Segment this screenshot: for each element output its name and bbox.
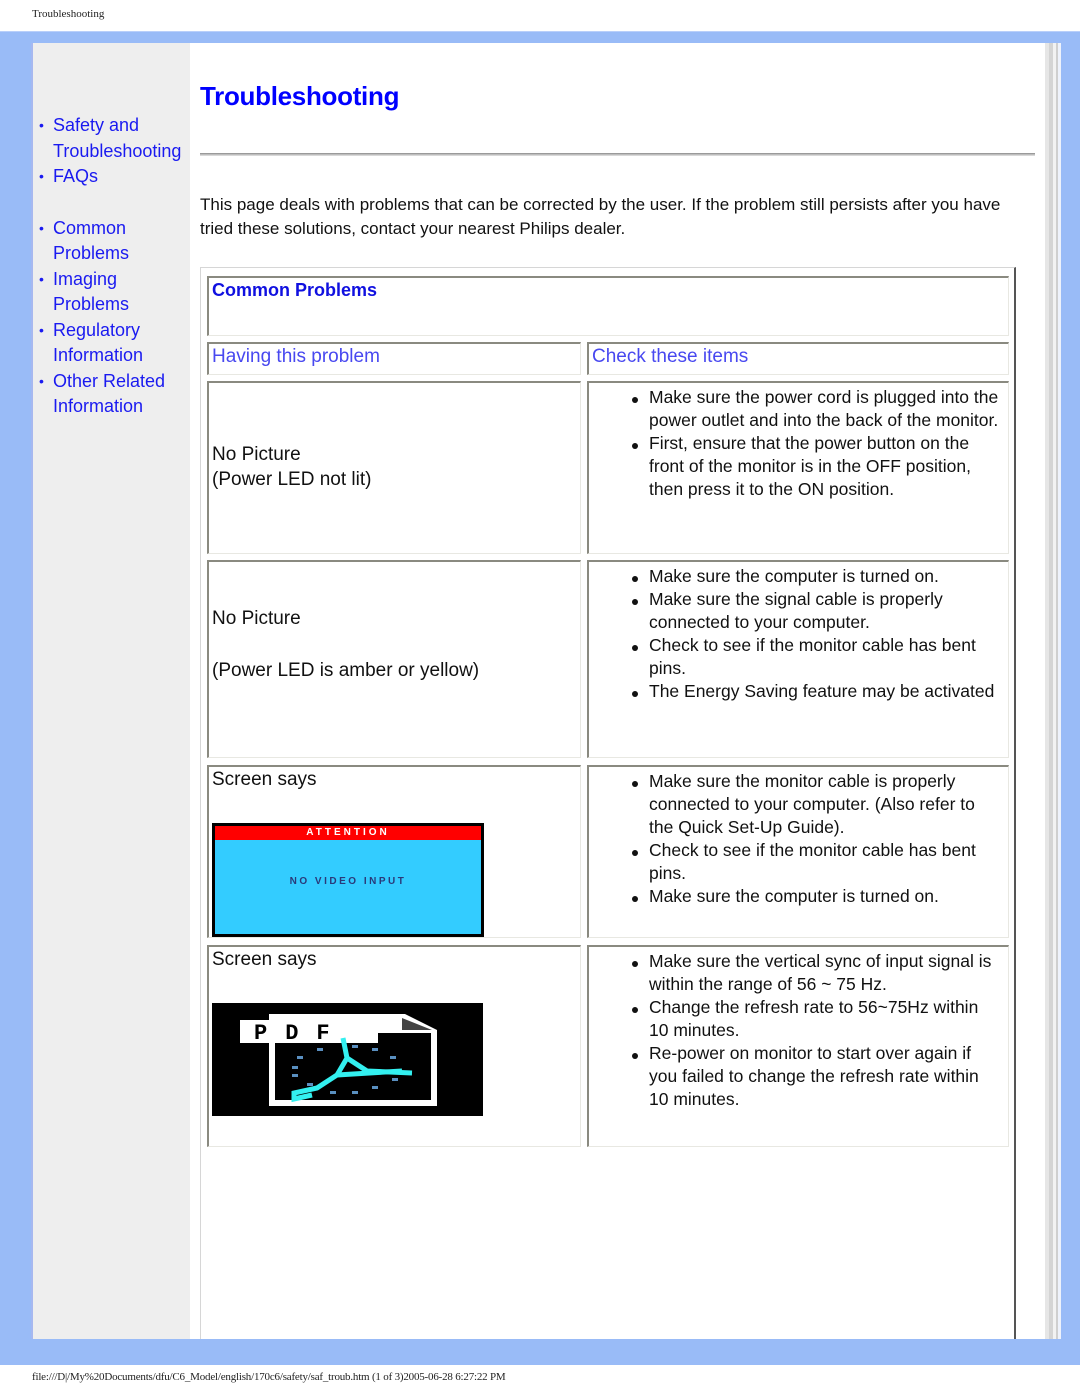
problem-detail: (Power LED not lit): [212, 469, 372, 490]
nav-group-top: • Safety and Troubleshooting • FAQs: [37, 113, 197, 190]
nav-item-regulatory-information[interactable]: • Regulatory Information: [37, 318, 197, 369]
problems-table: Common Problems Having this problem Chec…: [200, 267, 1016, 1339]
sidebar: • Safety and Troubleshooting • FAQs • Co…: [31, 43, 190, 1339]
attention-header: ATTENTION: [215, 826, 481, 840]
bullet-icon: •: [39, 219, 44, 236]
bullet-icon: •: [39, 372, 44, 389]
problem-title: No Picture: [212, 444, 301, 465]
nav-item-safety-troubleshooting[interactable]: • Safety and Troubleshooting: [37, 113, 197, 164]
column-header-label: Having this problem: [212, 346, 380, 367]
bullet-icon: •: [39, 117, 44, 133]
check-item: Check to see if the monitor cable has be…: [632, 634, 1000, 680]
intro-paragraph: This page deals with problems that can b…: [200, 195, 1001, 238]
check-item: First, ensure that the power button on t…: [632, 432, 1000, 501]
nav-item-common-problems[interactable]: • Common Problems: [37, 216, 197, 267]
nav-link[interactable]: Regulatory Information: [53, 320, 143, 366]
problem-cell: Screen says ATTENTION NO VIDEO INPUT: [207, 765, 581, 938]
check-list: Make sure the vertical sync of input sig…: [589, 950, 1008, 1111]
check-list: Make sure the computer is turned on. Mak…: [589, 565, 1008, 703]
problem-title: Screen says: [212, 949, 317, 970]
main-content: Troubleshooting This page deals with pro…: [190, 43, 1045, 1339]
check-item: Make sure the power cord is plugged into…: [632, 387, 999, 430]
check-item: Make sure the signal cable is properly c…: [632, 588, 1000, 634]
bullet-icon: •: [39, 270, 44, 287]
check-item: Check to see if the monitor cable has be…: [632, 839, 1000, 885]
nav-item-faqs[interactable]: • FAQs: [37, 164, 197, 190]
section-title-cell: Common Problems: [207, 276, 1009, 336]
column-header-label: Check these items: [592, 346, 749, 367]
nav-group-sections: • Common Problems • Imaging Problems • R…: [37, 216, 197, 420]
page-footer-url: file:///D|/My%20Documents/dfu/C6_Model/e…: [32, 1371, 506, 1383]
title-divider: [200, 153, 1035, 156]
check-list: Make sure the monitor cable is properly …: [589, 770, 1008, 908]
page-title: Troubleshooting: [200, 81, 400, 111]
check-item: Re-power on monitor to start over again …: [632, 1042, 1000, 1111]
nav-item-imaging-problems[interactable]: • Imaging Problems: [37, 267, 197, 318]
problem-cell: No Picture (Power LED not lit): [207, 381, 581, 554]
nav-link[interactable]: Safety and Troubleshooting: [53, 115, 181, 161]
problem-cell: Screen says PDF: [207, 945, 581, 1147]
column-header-problem: Having this problem: [207, 342, 581, 375]
nav-item-other-related-information[interactable]: • Other Related Information: [37, 369, 197, 420]
nav-link[interactable]: Other Related Information: [53, 371, 165, 417]
column-header-checks: Check these items: [587, 342, 1009, 375]
bullet-icon: •: [39, 321, 44, 338]
check-item: Change the refresh rate to 56~75Hz withi…: [632, 996, 1000, 1042]
bullet-icon: •: [39, 168, 44, 184]
problem-detail: (Power LED is amber or yellow): [212, 660, 480, 681]
nav-link[interactable]: Imaging Problems: [53, 269, 129, 315]
problem-title: No Picture: [212, 608, 301, 629]
pdf-clock-icon: PDF: [212, 1003, 483, 1116]
sidebar-nav: • Safety and Troubleshooting • FAQs • Co…: [37, 113, 197, 420]
scrollbar-track[interactable]: [1045, 43, 1061, 1339]
problem-cell: No Picture (Power LED is amber or yellow…: [207, 560, 581, 758]
check-item: Make sure the computer is turned on.: [632, 565, 1000, 588]
nav-link[interactable]: Common Problems: [53, 218, 129, 264]
check-item: Make sure the computer is turned on.: [632, 885, 1000, 908]
section-title: Common Problems: [212, 280, 378, 300]
checks-cell: Make sure the power cord is plugged into…: [587, 381, 1009, 554]
nav-link[interactable]: FAQs: [53, 166, 98, 186]
check-item: Make sure the vertical sync of input sig…: [632, 950, 1000, 996]
svg-text:PDF: PDF: [254, 1021, 348, 1046]
checks-cell: Make sure the vertical sync of input sig…: [587, 945, 1009, 1147]
no-video-input-message: NO VIDEO INPUT: [289, 876, 407, 887]
check-item: Make sure the monitor cable is properly …: [632, 770, 1000, 839]
problem-title: Screen says: [212, 769, 317, 790]
page-header: Troubleshooting: [32, 8, 105, 20]
check-item: The Energy Saving feature may be activat…: [632, 680, 1000, 703]
checks-cell: Make sure the computer is turned on. Mak…: [587, 560, 1009, 758]
pdf-clock-screen-image: PDF: [212, 1003, 483, 1116]
check-list: Make sure the power cord is plugged into…: [589, 386, 1008, 501]
checks-cell: Make sure the monitor cable is properly …: [587, 765, 1009, 938]
no-video-input-screen-image: ATTENTION NO VIDEO INPUT: [212, 823, 484, 937]
